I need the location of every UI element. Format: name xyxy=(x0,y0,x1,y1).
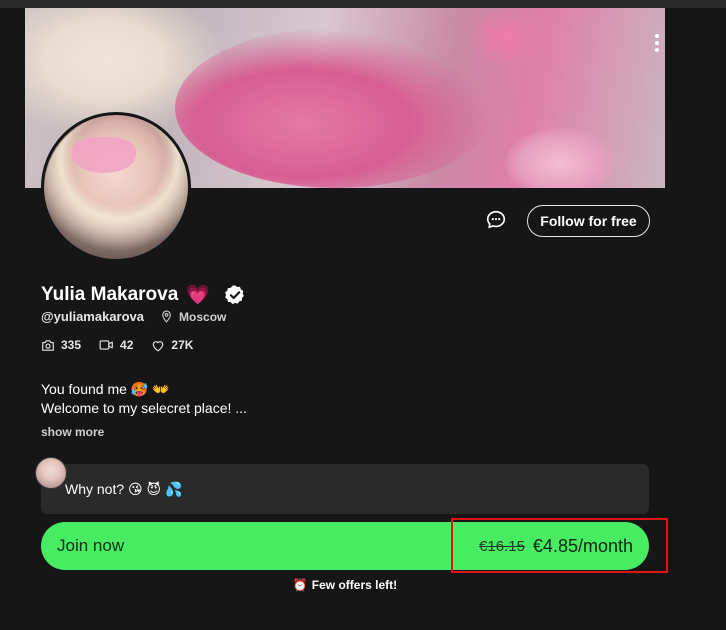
video-camera-icon xyxy=(99,340,113,350)
profile-location: Moscow xyxy=(179,309,227,324)
post-text: Why not? 😘 😈 💦 xyxy=(65,481,183,497)
profile-handle: @yuliamakarova xyxy=(41,309,145,324)
chat-bubble-icon xyxy=(486,210,506,229)
bio-line-2: Welcome to my selecret place! ... xyxy=(41,400,247,416)
photos-stat[interactable]: 335 xyxy=(41,338,81,352)
likes-stat[interactable]: 27K xyxy=(151,338,193,352)
likes-count: 27K xyxy=(171,338,194,352)
price: €16.15 €4.85/month xyxy=(479,536,633,557)
message-button[interactable] xyxy=(481,205,511,235)
videos-count: 42 xyxy=(120,338,134,352)
offers-text: Few offers left! xyxy=(311,578,398,592)
more-options-icon[interactable] xyxy=(647,28,665,58)
videos-stat[interactable]: 42 xyxy=(99,338,133,352)
heart-icon: 💗 xyxy=(186,284,210,306)
show-more-link[interactable]: show more xyxy=(41,425,104,439)
old-price: €16.15 xyxy=(479,537,525,555)
join-label: Join now xyxy=(57,536,125,555)
join-now-button[interactable]: Join now €16.15 €4.85/month xyxy=(41,522,649,570)
follow-button[interactable]: Follow for free xyxy=(527,205,650,237)
alarm-clock-icon: ⏰ xyxy=(292,578,308,592)
stats-row: 335 42 27K xyxy=(41,338,205,352)
bio: You found me 🥵 👐 Welcome to my selecret … xyxy=(41,380,247,418)
profile-name: Yulia Makarova xyxy=(41,284,179,305)
handle-row: @yuliamakarova Moscow xyxy=(41,309,226,324)
new-price: €4.85/month xyxy=(532,535,633,556)
post-avatar[interactable] xyxy=(35,457,67,489)
name-row: Yulia Makarova 💗 xyxy=(41,284,246,306)
photos-count: 335 xyxy=(61,338,82,352)
camera-icon xyxy=(42,339,54,351)
heart-outline-icon xyxy=(153,340,164,351)
top-bar xyxy=(0,0,726,8)
bio-line-1: You found me 🥵 👐 xyxy=(41,381,170,397)
location-pin-icon xyxy=(162,310,171,323)
avatar[interactable] xyxy=(41,112,191,262)
offers-notice: ⏰ Few offers left! xyxy=(0,578,690,592)
verified-badge-icon xyxy=(225,285,244,305)
